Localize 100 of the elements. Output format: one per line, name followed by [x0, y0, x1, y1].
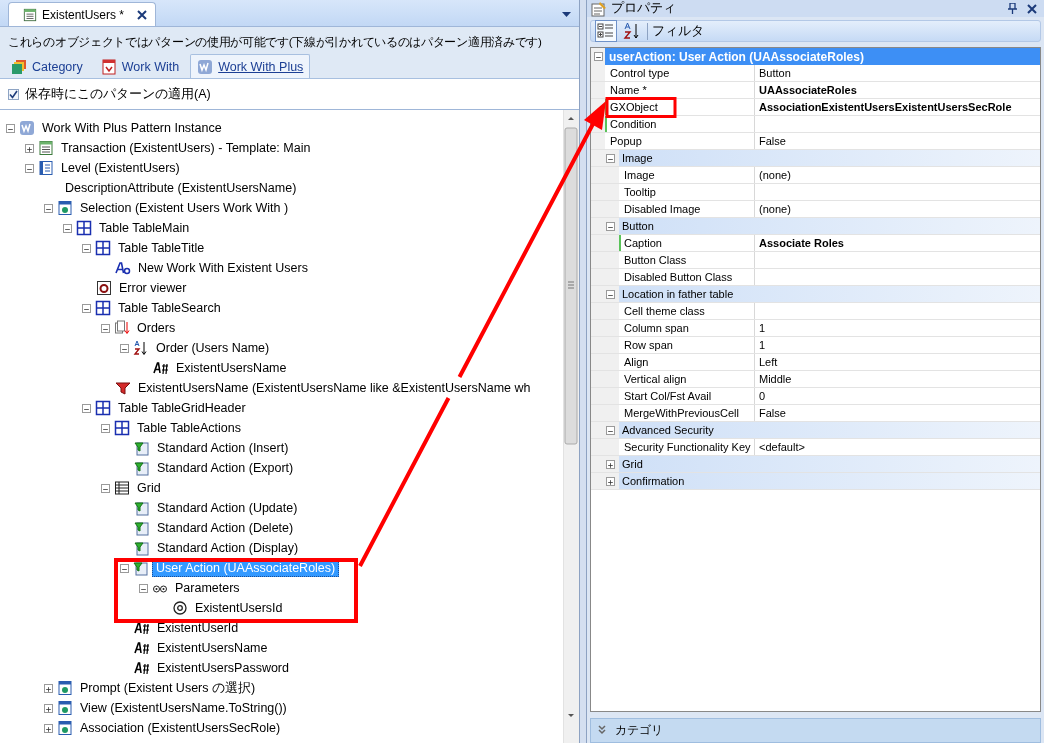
property-name: Column span [619, 320, 755, 336]
tree-item[interactable]: Standard Action (Display) [153, 539, 303, 557]
tree-item[interactable]: Prompt (Existent Users の選択) [76, 677, 260, 699]
apply-on-save-checkbox[interactable]: 保存時にこのパターンの適用(A) [0, 79, 579, 109]
property-value[interactable]: (none) [755, 167, 1040, 183]
property-value[interactable]: Button [755, 65, 1040, 81]
collapse-button[interactable] [120, 563, 129, 573]
property-value[interactable]: Middle [755, 371, 1040, 387]
property-name: Caption [619, 235, 755, 251]
expand-icon [45, 724, 52, 734]
attribute-icon [134, 640, 150, 656]
checkbox-label: 保存時にこのパターンの適用(A) [25, 85, 211, 103]
collapse-button[interactable] [593, 52, 603, 61]
collapse-button[interactable] [101, 423, 110, 433]
tree-item[interactable]: Order (Users Name) [152, 339, 274, 357]
property-value[interactable]: (none) [755, 201, 1040, 217]
property-value[interactable]: 0 [755, 388, 1040, 404]
tree-item[interactable]: Standard Action (Delete) [153, 519, 298, 537]
tree-item[interactable]: Table TableSearch [114, 299, 225, 317]
table-icon [95, 240, 111, 256]
tree-item[interactable]: DescriptionAttribute (ExistentUsersName) [61, 179, 301, 197]
collapse-button[interactable] [606, 425, 615, 435]
property-value[interactable]: AssociationExistentUsersExistentUsersSecRole [755, 99, 1040, 115]
table-icon [76, 220, 92, 236]
tree-item[interactable]: ExistentUsersName (ExistentUsersName like &ExistentUsersName wh [134, 379, 535, 397]
tree-item[interactable]: Standard Action (Export) [153, 459, 298, 477]
collapse-button[interactable] [82, 303, 91, 313]
expand-button[interactable] [44, 703, 53, 713]
tree-item[interactable]: Transaction (ExistentUsers) - Template: Main [57, 139, 315, 157]
expand-button[interactable] [606, 476, 615, 486]
expand-button[interactable] [44, 683, 53, 693]
collapse-button[interactable] [101, 323, 110, 333]
tree-item[interactable]: View (ExistentUsersName.ToString()) [76, 699, 291, 717]
checkbox[interactable] [8, 88, 19, 100]
category-bar[interactable]: カテゴリ [590, 718, 1041, 743]
tree-item[interactable]: Grid [133, 479, 165, 497]
tree-item[interactable]: Standard Action (Insert) [153, 439, 293, 457]
property-value[interactable]: Associate Roles [755, 235, 1040, 251]
pin-button[interactable] [1005, 3, 1020, 14]
categorized-button[interactable] [595, 20, 617, 42]
tree-item[interactable]: ExistentUsersId [191, 599, 287, 617]
tree-item[interactable]: Work With Plus Pattern Instance [38, 119, 226, 137]
expand-button[interactable] [25, 143, 34, 153]
expand-icon [45, 684, 52, 694]
tree-item[interactable]: Error viewer [115, 279, 191, 297]
tree-item[interactable]: Orders [133, 319, 180, 337]
tree-item[interactable]: Selection (Existent Users Work With ) [76, 199, 293, 217]
caret-icon[interactable] [562, 12, 571, 17]
property-value[interactable]: 1 [755, 337, 1040, 353]
close-icon [137, 9, 148, 20]
tree-item[interactable]: Level (ExistentUsers) [57, 159, 184, 177]
close-button[interactable] [137, 9, 148, 20]
collapse-button[interactable] [44, 203, 53, 213]
property-value[interactable]: Left [755, 354, 1040, 370]
tree-item[interactable]: ExistentUsersName [153, 639, 272, 657]
property-value[interactable]: False [755, 133, 1040, 149]
collapse-button[interactable] [606, 289, 615, 299]
property-value[interactable]: UAAssociateRoles [755, 82, 1040, 98]
tree-item[interactable]: Table TableGridHeader [114, 399, 250, 417]
tree-item[interactable]: New Work With Existent Users [134, 259, 312, 277]
expand-button[interactable] [606, 459, 615, 469]
collapse-button[interactable] [101, 483, 110, 493]
filter-button[interactable]: フィルタ [647, 22, 708, 40]
property-value[interactable]: 1 [755, 320, 1040, 336]
collapse-button[interactable] [25, 163, 34, 173]
error-viewer-icon [96, 280, 112, 296]
property-name: MergeWithPreviousCell [619, 405, 755, 421]
tree-item[interactable]: Standard Action (Update) [153, 499, 302, 517]
collapse-button[interactable] [120, 343, 129, 353]
scrollbar[interactable] [563, 110, 579, 743]
collapse-button[interactable] [606, 221, 615, 231]
pattern-tab[interactable]: Work With Plus [190, 54, 311, 78]
close-button[interactable] [1024, 3, 1040, 14]
document-tab[interactable]: ExistentUsers * [8, 2, 157, 26]
expand-button[interactable] [44, 723, 53, 733]
collapse-button[interactable] [63, 223, 72, 233]
collapse-button[interactable] [82, 403, 91, 413]
action-icon [134, 540, 150, 556]
tree-item[interactable]: Parameters [171, 579, 244, 597]
collapse-button[interactable] [139, 583, 148, 593]
collapse-button[interactable] [6, 123, 15, 133]
tree-item[interactable]: Table TableMain [95, 219, 194, 237]
pattern-tab[interactable]: Work With [93, 54, 187, 78]
tree-item[interactable]: ExistentUserId [153, 619, 243, 637]
property-name: Start Col/Fst Avail [619, 388, 755, 404]
categorized-list-icon [597, 22, 615, 40]
row-gutter [591, 82, 605, 98]
tree-item[interactable]: Association (ExistentUsersSecRole) [76, 719, 285, 737]
pattern-tab[interactable]: Category [4, 54, 90, 78]
tree-item[interactable]: ExistentUsersName [172, 359, 291, 377]
collapse-button[interactable] [606, 153, 615, 163]
tree-item[interactable]: ExistentUsersPassword [153, 659, 293, 677]
window-icon [57, 680, 73, 696]
property-name: Button Class [619, 252, 755, 268]
tree-item[interactable]: Table TableActions [133, 419, 245, 437]
property-value[interactable]: <default> [755, 439, 1040, 455]
sort-az-icon [623, 22, 641, 40]
collapse-button[interactable] [82, 243, 91, 253]
tree-item[interactable]: Table TableTitle [114, 239, 209, 257]
property-value[interactable]: False [755, 405, 1040, 421]
